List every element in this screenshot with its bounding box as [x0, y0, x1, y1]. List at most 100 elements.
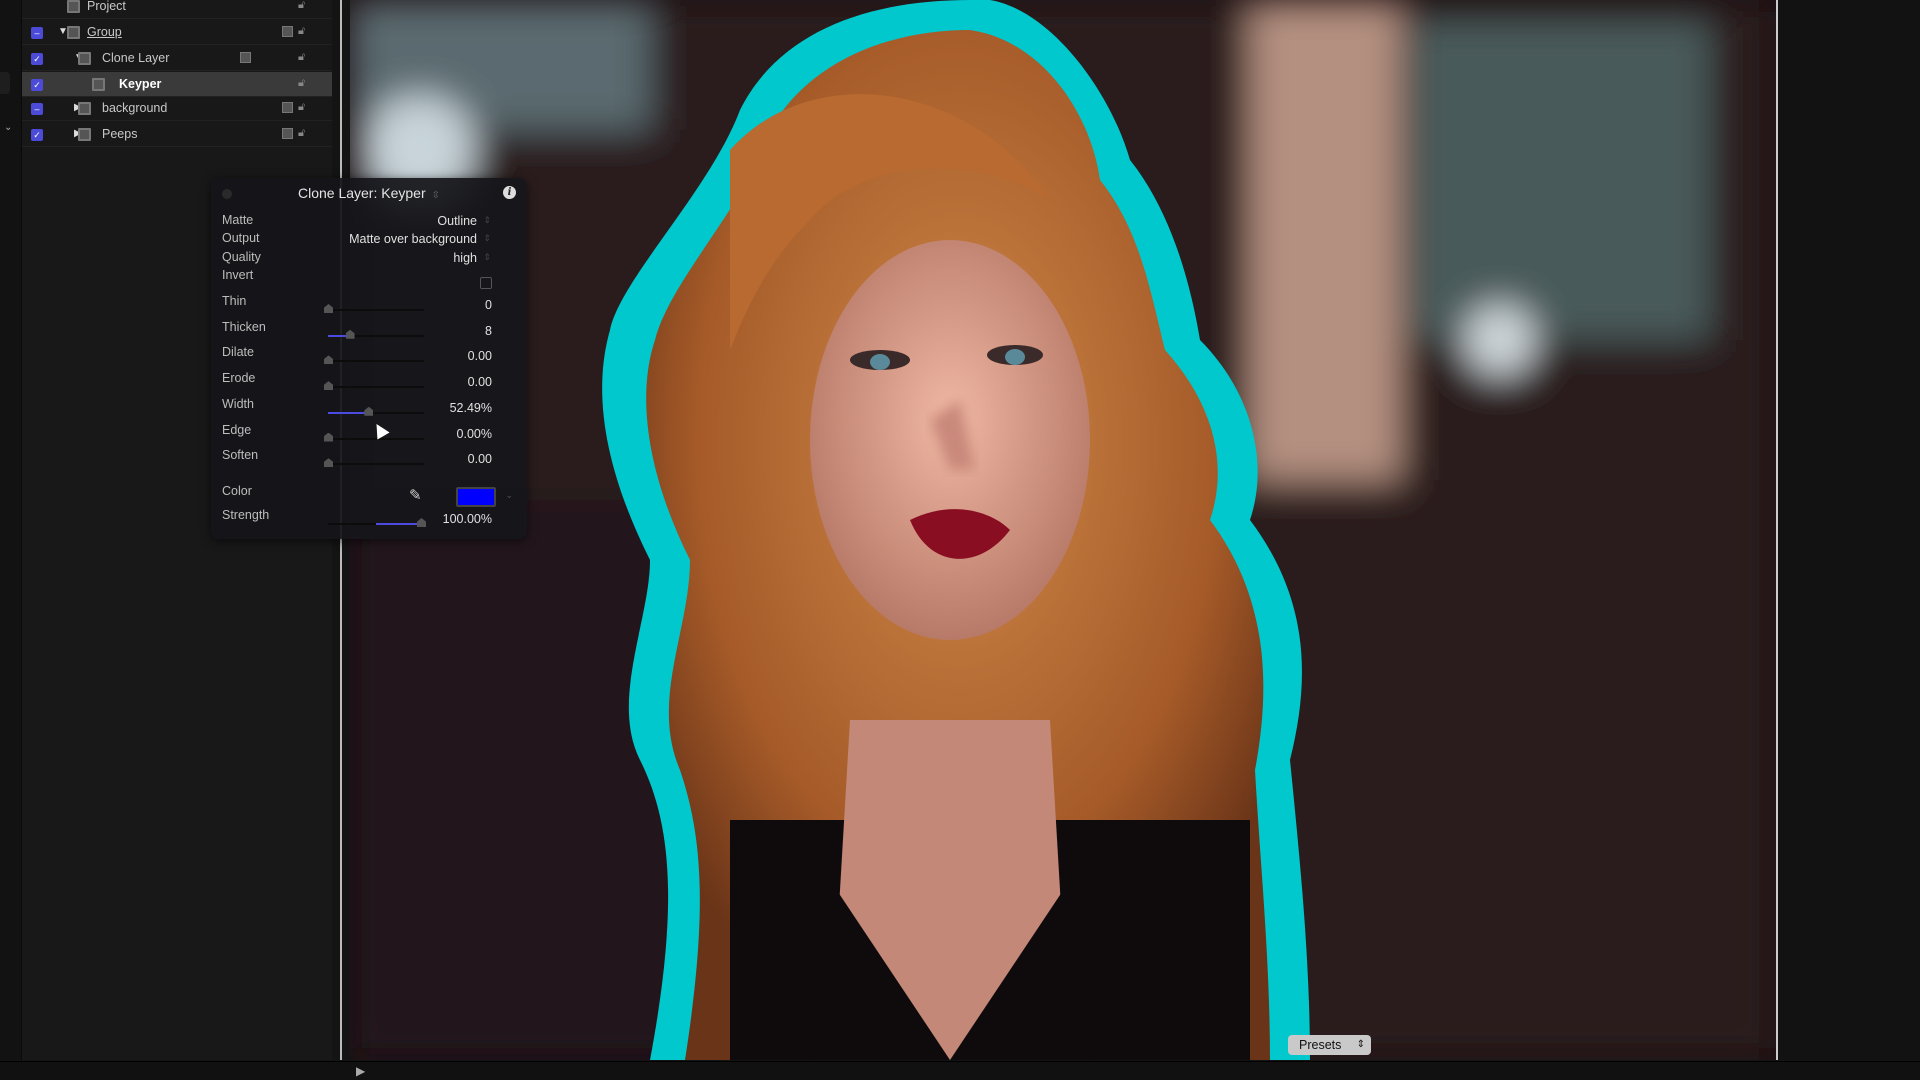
group-icon	[78, 102, 91, 115]
playhead-icon[interactable]: ▶	[356, 1064, 365, 1078]
slider-knob[interactable]	[324, 381, 333, 391]
slider-knob[interactable]	[324, 432, 333, 442]
project-icon	[67, 0, 80, 13]
slider-knob[interactable]	[417, 518, 426, 527]
slider-value[interactable]: 52.49%	[450, 401, 492, 415]
slider-label: Soften	[222, 448, 259, 463]
layer-name: Project	[87, 0, 126, 13]
group-icon	[78, 128, 91, 141]
lock-icon[interactable]: 🔓︎	[298, 127, 305, 140]
layer-name: Group	[87, 25, 122, 39]
layer-row[interactable]: – ▼ Group 🔓︎	[22, 20, 332, 45]
lock-icon[interactable]: 🔓︎	[298, 77, 305, 90]
left-toolbar-strip: ⌄	[0, 0, 22, 1060]
output-label: Output	[222, 231, 260, 245]
presets-button[interactable]: Presets ⇕	[1288, 1035, 1371, 1055]
right-panel	[1778, 0, 1920, 1060]
eyedropper-icon[interactable]: ✎	[409, 486, 422, 504]
layer-name: Clone Layer	[102, 51, 170, 65]
slider-label: Erode	[222, 371, 256, 386]
timeline-bar[interactable]	[0, 1061, 1920, 1080]
slider-row-thicken: Thicken 8	[211, 319, 527, 344]
layer-name: background	[102, 101, 168, 115]
layer-row[interactable]: ✓▶Peeps🔓︎	[22, 122, 332, 147]
erode-slider[interactable]	[328, 386, 424, 389]
slider-value[interactable]: 0.00	[468, 452, 492, 466]
slider-knob[interactable]	[364, 406, 374, 416]
layer-visibility-checkbox[interactable]: –	[31, 103, 43, 115]
group-icon	[67, 26, 80, 39]
layer-row[interactable]: –▶background🔓︎	[22, 96, 332, 121]
layer-name: Peeps	[102, 127, 138, 141]
quality-popup[interactable]: high	[453, 251, 477, 265]
canvas-viewer[interactable]	[350, 0, 1776, 1060]
lock-icon[interactable]: 🔓︎	[298, 25, 305, 38]
chevron-down-icon[interactable]: ⌄	[4, 122, 12, 133]
slider-label: Thicken	[222, 319, 266, 334]
layer-visibility-checkbox[interactable]: ✓	[31, 53, 43, 65]
slider-knob[interactable]	[324, 458, 333, 468]
strength-row: Strength 100.00%	[211, 508, 527, 532]
dilate-slider[interactable]	[328, 360, 424, 363]
slider-value[interactable]: 0.00	[468, 375, 492, 389]
slider-knob[interactable]	[324, 355, 333, 365]
layer-visibility-checkbox[interactable]: ✓	[31, 129, 43, 141]
slider-knob[interactable]	[345, 329, 355, 339]
isolate-icon[interactable]	[282, 26, 293, 37]
clone-layer-icon	[78, 52, 91, 65]
matte-label: Matte	[222, 213, 254, 227]
canvas-image	[350, 0, 1776, 1060]
slider-label: Edge	[222, 422, 252, 437]
slider-value[interactable]: 0.00	[468, 349, 492, 363]
strength-value[interactable]: 100.00%	[443, 512, 492, 526]
quality-label: Quality	[222, 250, 261, 264]
slider-label: Dilate	[222, 345, 254, 360]
strength-label: Strength	[222, 508, 270, 522]
slider-fill	[328, 411, 369, 414]
quality-row: Quality high ⇕	[211, 250, 527, 272]
lock-icon[interactable]: 🔓︎	[298, 51, 305, 64]
invert-label: Invert	[222, 268, 254, 282]
layer-visibility-checkbox[interactable]: –	[31, 27, 43, 39]
layer-row[interactable]: ✓▼Clone Layer🔓︎	[22, 46, 332, 71]
output-popup[interactable]: Matte over background	[349, 232, 477, 246]
invert-checkbox[interactable]	[480, 277, 492, 289]
up-down-chevron-icon: ⇕	[1356, 1039, 1365, 1050]
popup-chevron-icon: ⇕	[483, 252, 491, 262]
invert-row: Invert	[211, 268, 527, 294]
color-swatch[interactable]	[456, 487, 496, 507]
toolbar-tab[interactable]	[0, 72, 10, 94]
slider-value[interactable]: 8	[485, 324, 492, 338]
slider-row-dilate: Dilate 0.00	[211, 345, 527, 369]
slider-row-width: Width 52.49%	[211, 396, 527, 421]
slider-row-erode: Erode 0.00	[211, 371, 527, 395]
info-icon[interactable]: i	[503, 186, 516, 199]
layer-visibility-checkbox[interactable]: ✓	[31, 79, 43, 91]
slider-row-thin: Thin 0	[211, 294, 527, 318]
color-row: Color ✎ ⌄	[211, 484, 527, 507]
up-down-chevron-icon: ⇳	[431, 190, 441, 201]
lock-icon[interactable]: 🔓︎	[298, 101, 305, 114]
popup-chevron-icon: ⇕	[483, 215, 491, 225]
color-label: Color	[222, 484, 252, 498]
slider-knob[interactable]	[324, 304, 333, 313]
layer-name: Keyper	[119, 77, 162, 91]
hud-inspector[interactable]: Clone Layer: Keyper ⇳ i Matte Outline ⇕ Out…	[211, 178, 527, 539]
chevron-down-icon[interactable]: ⌄	[505, 490, 513, 501]
filter-icon	[92, 78, 105, 91]
presets-label: Presets	[1299, 1038, 1342, 1052]
isolate-icon[interactable]	[282, 128, 293, 139]
slider-value[interactable]: 0.00%	[457, 427, 492, 441]
isolate-icon[interactable]	[282, 102, 293, 113]
layer-row[interactable]: Project 🔓︎	[22, 0, 332, 19]
matte-popup[interactable]: Outline	[437, 214, 477, 228]
slider-fill	[376, 523, 421, 525]
slider-value[interactable]: 0	[485, 298, 492, 312]
layer-row[interactable]: ✓ Keyper 🔓︎	[22, 72, 332, 97]
slider-row-soften: Soften 0.00	[211, 448, 527, 472]
slider-label: Width	[222, 396, 254, 411]
hud-title[interactable]: Clone Layer: Keyper ⇳	[211, 185, 527, 201]
lock-icon[interactable]: 🔓︎	[298, 0, 305, 12]
thin-slider[interactable]	[328, 309, 424, 311]
soften-slider[interactable]	[328, 463, 424, 466]
